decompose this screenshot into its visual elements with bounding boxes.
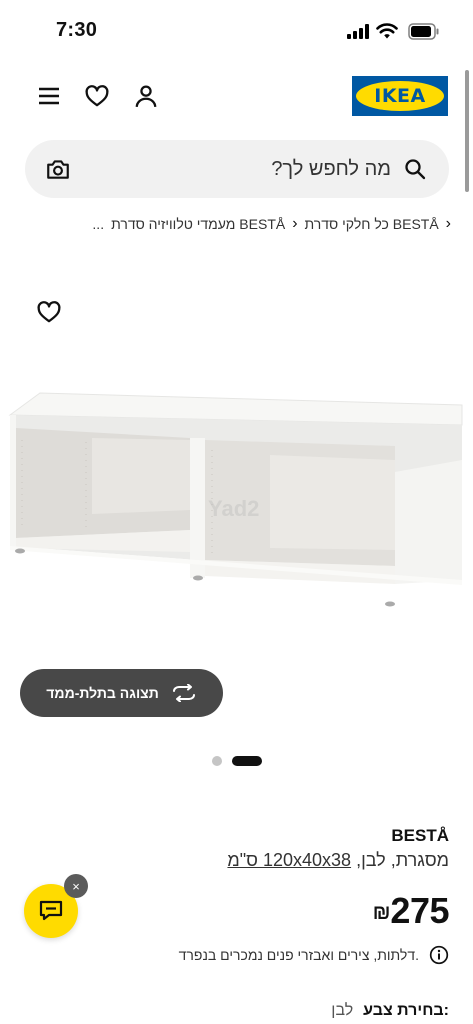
logo-oval: IKEA: [356, 81, 444, 111]
search-icon[interactable]: [403, 157, 427, 181]
scrollbar[interactable]: [465, 70, 469, 192]
color-selector[interactable]: בחירת צבע: לבן: [331, 1002, 449, 1020]
status-bar: 7:30: [0, 0, 473, 62]
watermark: Yad2: [208, 496, 260, 521]
product-name: BESTÅ: [391, 826, 449, 845]
product-price: ₪ 275: [372, 890, 450, 932]
gallery-pagination: [212, 755, 262, 767]
logo-text: IKEA: [374, 85, 426, 107]
info-icon: [429, 945, 449, 965]
view-3d-label: תצוגה בתלת-ממד: [46, 685, 159, 701]
chat-icon: [39, 900, 63, 921]
breadcrumb: › כל חלקי סדרת BESTÅ › מעמדי טלוויזיה סד…: [92, 212, 451, 236]
rotate-3d-icon: [172, 684, 195, 702]
user-icon[interactable]: [132, 82, 160, 110]
cellular-signal-icon: [347, 24, 369, 39]
color-label: בחירת צבע:: [363, 1002, 449, 1019]
header: IKEA: [0, 62, 473, 134]
product-note-text: דלתות, צירים ואבזרי פנים נמכרים בנפרד.: [178, 947, 419, 963]
heart-icon[interactable]: [83, 82, 111, 110]
breadcrumb-ellipsis[interactable]: ...: [92, 216, 104, 232]
battery-icon: [408, 23, 439, 40]
price-currency: ₪: [372, 902, 391, 924]
price-amount: 275: [390, 890, 449, 931]
product-description-text: מסגרת, לבן,: [356, 850, 449, 870]
breadcrumb-item-all-besta[interactable]: כל חלקי סדרת BESTÅ: [305, 216, 439, 232]
status-time: 7:30: [56, 19, 98, 41]
pagination-dot[interactable]: [212, 756, 222, 766]
wishlist-heart-icon[interactable]: [36, 299, 62, 325]
camera-icon[interactable]: [45, 156, 71, 182]
ikea-logo[interactable]: IKEA: [352, 76, 448, 116]
product-description: מסגרת, לבן, 120x40x38 ס"מ: [29, 850, 449, 871]
view-3d-button[interactable]: תצוגה בתלת-ממד: [20, 669, 223, 717]
search-bar[interactable]: [25, 140, 449, 198]
product-note: דלתות, צירים ואבזרי פנים נמכרים בנפרד.: [179, 945, 449, 965]
close-icon: ×: [72, 878, 80, 894]
breadcrumb-separator: ›: [292, 215, 298, 232]
menu-icon[interactable]: [35, 82, 63, 110]
product-info: BESTÅ מסגרת, לבן, 120x40x38 ס"מ: [29, 826, 449, 871]
search-input[interactable]: [111, 140, 391, 198]
wifi-icon: [376, 23, 398, 39]
breadcrumb-item-tv-stands[interactable]: מעמדי טלוויזיה סדרת BESTÅ: [111, 216, 285, 232]
color-value: לבן: [331, 1002, 354, 1019]
chat-close-button[interactable]: ×: [64, 874, 88, 898]
breadcrumb-separator: ›: [445, 215, 451, 232]
product-dimensions-link[interactable]: 120x40x38 ס"מ: [227, 850, 351, 870]
pagination-dot-active[interactable]: [232, 756, 262, 766]
